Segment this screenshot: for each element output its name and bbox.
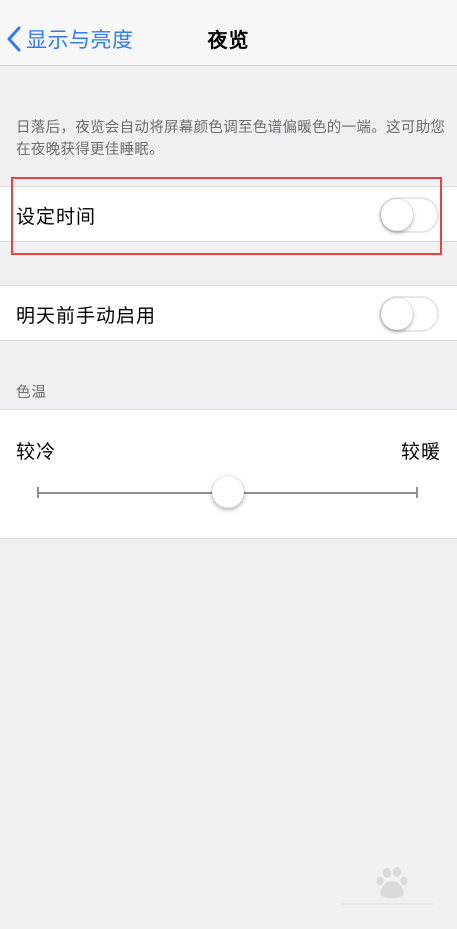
scheduled-label: 设定时间 [16,206,97,228]
page-title: 夜览 [207,28,250,52]
color-temperature-header: 色温 [16,385,47,401]
color-temperature-section [0,409,457,539]
slider-max-tick [416,487,418,498]
cooler-label: 较冷 [16,441,57,463]
toggle-knob [381,298,413,330]
night-shift-description: 日落后，夜览会自动将屏幕颜色调至色谱偏暖色的一端。这可助您在夜晚获得更佳睡眠。 [16,120,446,158]
color-temperature-slider-thumb[interactable] [212,476,244,508]
scheduled-row[interactable]: 设定时间 [0,186,457,242]
warmer-label: 较暖 [400,441,441,463]
toggle-knob [381,199,413,231]
baidu-watermark-logo [341,867,433,905]
manual-enable-label: 明天前手动启用 [16,305,157,327]
navigation-bar: 显示与亮度 夜览 [0,0,457,66]
manual-enable-row[interactable]: 明天前手动启用 [0,285,457,341]
manual-enable-toggle[interactable] [379,296,439,332]
scheduled-toggle[interactable] [379,197,439,233]
slider-min-tick [37,487,39,498]
